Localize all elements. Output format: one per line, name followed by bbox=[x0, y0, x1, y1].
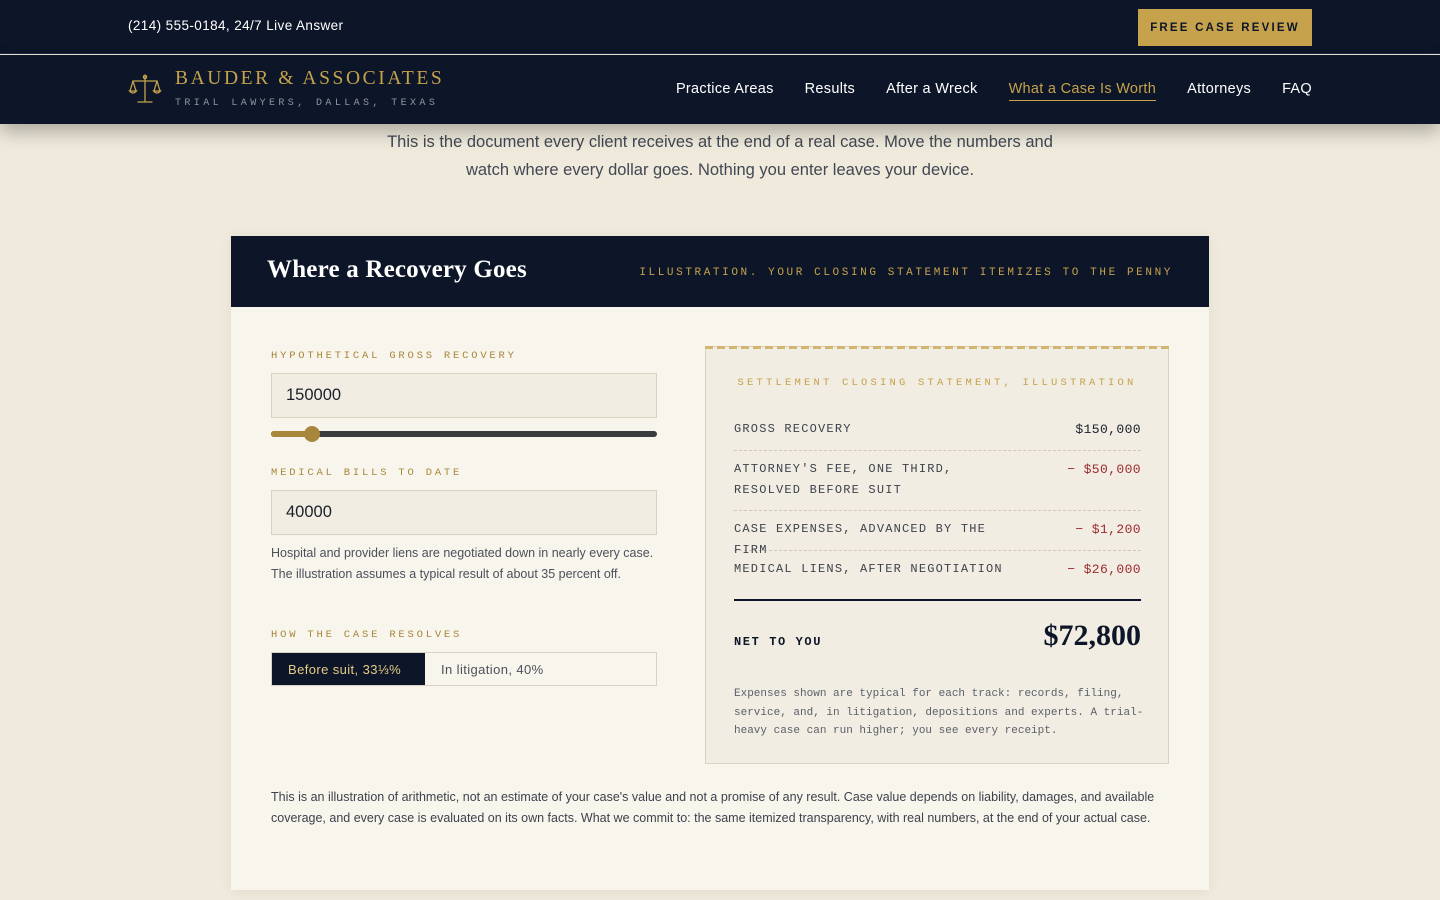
statement-dashed-edge bbox=[705, 346, 1169, 349]
statement-line-fee: ATTORNEY'S FEE, ONE THIRD, RESOLVED BEFO… bbox=[734, 459, 1141, 511]
medical-bills-help: Hospital and provider liens are negotiat… bbox=[271, 546, 654, 581]
nav-item: Results bbox=[805, 80, 855, 101]
closing-statement: SETTLEMENT CLOSING STATEMENT, ILLUSTRATI… bbox=[705, 346, 1169, 764]
slider-track bbox=[271, 431, 657, 437]
statement-line-gross: GROSS RECOVERY $150,000 bbox=[734, 419, 1141, 451]
line-amount: − $50,000 bbox=[1067, 462, 1141, 477]
gross-recovery-label: HYPOTHETICAL GROSS RECOVERY bbox=[271, 350, 517, 362]
main-navbar: BAUDER & ASSOCIATES TRIAL LAWYERS, DALLA… bbox=[0, 55, 1440, 124]
line-amount: − $1,200 bbox=[1075, 522, 1141, 537]
primary-nav: Practice Areas Results After a Wreck Wha… bbox=[676, 80, 1312, 101]
nav-item: Attorneys bbox=[1187, 80, 1251, 101]
line-amount: $150,000 bbox=[1075, 422, 1141, 437]
line-label: GROSS RECOVERY bbox=[734, 422, 852, 436]
recovery-calculator-card: Where a Recovery Goes ILLUSTRATION. YOUR… bbox=[231, 236, 1209, 890]
phone-number[interactable]: (214) 555-0184, 24/7 Live Answer bbox=[128, 18, 343, 33]
nav-results[interactable]: Results bbox=[805, 81, 855, 100]
option-before-suit[interactable]: Before suit, 33⅓% bbox=[272, 653, 425, 685]
statement-line-expenses: CASE EXPENSES, ADVANCED BY THE FIRM − $1… bbox=[734, 519, 1141, 557]
intro-text: This is the document every client receiv… bbox=[387, 133, 1053, 179]
option-in-litigation[interactable]: In litigation, 40% bbox=[425, 653, 656, 685]
top-utility-bar: (214) 555-0184, 24/7 Live Answer FREE CA… bbox=[0, 0, 1440, 54]
nav-item: What a Case Is Worth bbox=[1008, 80, 1157, 101]
nav-after-a-wreck[interactable]: After a Wreck bbox=[886, 81, 977, 100]
resolution-label: HOW THE CASE RESOLVES bbox=[271, 629, 463, 641]
card-header: Where a Recovery Goes ILLUSTRATION. YOUR… bbox=[231, 236, 1209, 307]
card-header-note: ILLUSTRATION. YOUR CLOSING STATEMENT ITE… bbox=[639, 267, 1173, 279]
brand-tagline: TRIAL LAWYERS, DALLAS, TEXAS bbox=[175, 98, 439, 109]
resolution-toggle: Before suit, 33⅓% In litigation, 40% bbox=[271, 652, 657, 686]
nav-attorneys[interactable]: Attorneys bbox=[1187, 81, 1251, 100]
line-label: MEDICAL LIENS, AFTER NEGOTIATION bbox=[734, 562, 1003, 576]
free-case-review-button[interactable]: FREE CASE REVIEW bbox=[1138, 9, 1312, 46]
nav-what-a-case-is-worth[interactable]: What a Case Is Worth bbox=[1008, 81, 1157, 101]
gross-recovery-slider[interactable] bbox=[271, 426, 657, 442]
nav-faq[interactable]: FAQ bbox=[1282, 81, 1312, 100]
nav-item: After a Wreck bbox=[886, 80, 977, 101]
statement-total-rule bbox=[734, 599, 1141, 601]
line-label: ATTORNEY'S FEE, ONE THIRD, RESOLVED BEFO… bbox=[734, 462, 953, 497]
gross-recovery-input[interactable] bbox=[271, 373, 657, 418]
card-title: Where a Recovery Goes bbox=[267, 256, 527, 283]
scales-of-justice-icon bbox=[128, 74, 162, 103]
statement-line-liens: MEDICAL LIENS, AFTER NEGOTIATION − $26,0… bbox=[734, 559, 1141, 591]
brand-name: BAUDER & ASSOCIATES bbox=[175, 68, 445, 89]
medical-bills-input[interactable] bbox=[271, 490, 657, 535]
line-amount: − $26,000 bbox=[1067, 562, 1141, 577]
disclaimer-text: This is an illustration of arithmetic, n… bbox=[271, 790, 1155, 825]
statement-title: SETTLEMENT CLOSING STATEMENT, ILLUSTRATI… bbox=[737, 377, 1137, 389]
net-to-you-value: $72,800 bbox=[1043, 619, 1142, 652]
slider-thumb[interactable] bbox=[304, 426, 321, 442]
nav-item: FAQ bbox=[1282, 80, 1312, 101]
medical-bills-label: MEDICAL BILLS TO DATE bbox=[271, 467, 463, 479]
nav-item: Practice Areas bbox=[676, 80, 774, 101]
statement-note: Expenses shown are typical for each trac… bbox=[734, 688, 1144, 737]
nav-practice-areas[interactable]: Practice Areas bbox=[676, 81, 774, 100]
line-label: CASE EXPENSES, ADVANCED BY THE FIRM bbox=[734, 522, 987, 557]
net-to-you-label: NET TO YOU bbox=[734, 635, 823, 649]
